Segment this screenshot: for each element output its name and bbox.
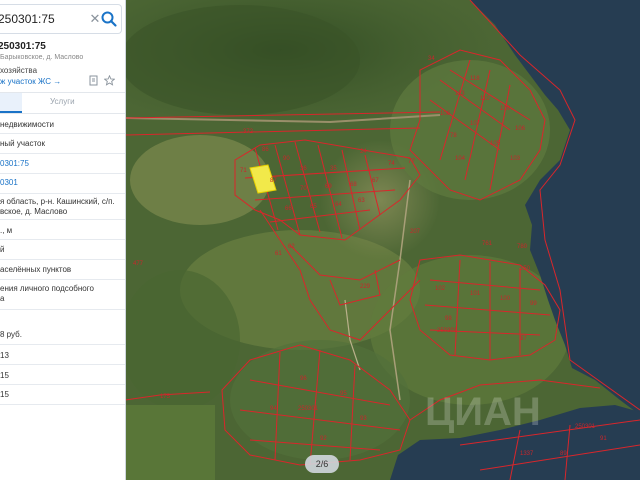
- tab-services[interactable]: Услуги: [50, 97, 75, 106]
- map-label: 62: [288, 244, 295, 250]
- map-label: 65: [310, 204, 317, 210]
- parcel-subtitle: Барыковское, д. Маслово: [0, 54, 84, 61]
- map-label: 102: [435, 286, 446, 292]
- map-label: 93: [360, 416, 367, 422]
- document-icon[interactable]: [89, 75, 99, 86]
- info-row: 13: [0, 345, 125, 365]
- map-label: 34: [428, 56, 435, 62]
- map-label: 91: [600, 436, 607, 442]
- info-row-text: 13: [0, 351, 9, 360]
- map-label: 250301: [298, 406, 319, 412]
- map-label: 1337: [520, 451, 534, 457]
- search-bar: ✕: [0, 4, 122, 34]
- map-label: 104: [455, 156, 466, 162]
- info-row-text: 8 руб.: [0, 330, 22, 339]
- parcel-info-panel: ✕ 250301:75 Барыковское, д. Маслово хозя…: [0, 0, 126, 480]
- map-label: 99: [530, 301, 537, 307]
- info-row-text: я область, р-н. Кашинский, с/п.: [0, 197, 115, 206]
- star-icon[interactable]: [104, 75, 115, 86]
- map-label: 761: [482, 241, 493, 247]
- map-label: 107: [470, 121, 481, 127]
- map-label: 87: [270, 178, 277, 184]
- info-row: й: [0, 240, 125, 260]
- map-label: 74: [388, 161, 395, 167]
- map-label: 250301: [575, 424, 596, 430]
- info-row: ный участок: [0, 134, 125, 154]
- map-label: 780: [517, 244, 528, 250]
- map-label: 90: [283, 156, 290, 162]
- info-row: 8 руб.: [0, 325, 125, 345]
- info-row[interactable]: 0301: [0, 174, 125, 194]
- parcel-title: 250301:75: [0, 41, 46, 52]
- tab-bar: Услуги: [0, 92, 125, 114]
- map-label: 36: [300, 166, 307, 172]
- map-label: 24: [360, 149, 367, 155]
- info-row-text: ., м: [0, 226, 13, 235]
- info-row-text: недвижимости: [0, 120, 54, 129]
- map-label: 106: [515, 126, 526, 132]
- photo-pager[interactable]: 2/6: [305, 455, 339, 473]
- map-label: 105: [490, 141, 501, 147]
- map-label: 110: [480, 96, 490, 102]
- map-label: 101: [470, 291, 481, 297]
- map-label: 92: [320, 436, 327, 442]
- map-label: 66: [285, 206, 292, 212]
- info-row-text: й: [0, 245, 5, 254]
- info-row-link[interactable]: 0301: [0, 178, 18, 187]
- map-label: 78: [450, 133, 457, 139]
- map-label: 175: [160, 394, 171, 400]
- info-row: 15: [0, 365, 125, 385]
- map-label: 108: [440, 111, 451, 117]
- info-row: ., м: [0, 220, 125, 240]
- parcel-link[interactable]: ж участок ЖС →: [0, 77, 61, 86]
- map-label: 100: [500, 296, 511, 302]
- map-label: 89: [560, 451, 567, 457]
- map-label: 35: [330, 166, 337, 172]
- map-label: 103: [510, 156, 521, 162]
- map-label: 71: [240, 168, 247, 174]
- map-label: 477: [133, 261, 144, 267]
- search-input[interactable]: [0, 9, 86, 29]
- info-row-text: ный участок: [0, 139, 45, 148]
- info-row[interactable]: 0301:75: [0, 154, 125, 174]
- info-row-text: ения личного подсобного: [0, 284, 94, 293]
- info-row-text: 15: [0, 371, 9, 380]
- info-row: аселённых пунктов: [0, 260, 125, 280]
- map-label: 69: [325, 184, 332, 190]
- search-icon[interactable]: [100, 10, 118, 28]
- info-row: ения личного подсобного а: [0, 280, 125, 310]
- map-label: 63: [358, 198, 365, 204]
- map-label: 229: [360, 284, 371, 290]
- parcel-category: хозяйства: [0, 66, 38, 75]
- map-label: 97: [520, 336, 527, 342]
- map-label: 94: [270, 406, 277, 412]
- info-row-link[interactable]: 0301:75: [0, 159, 29, 168]
- map-label: 109: [500, 106, 511, 112]
- info-row-text: вское, д. Маслово: [0, 207, 68, 216]
- map-label: 86: [262, 147, 269, 153]
- map-label: 113: [455, 91, 465, 97]
- map-label: 77: [408, 159, 415, 165]
- map-label: 95: [340, 391, 347, 397]
- tab-info[interactable]: [0, 93, 22, 113]
- info-row-text: 15: [0, 390, 9, 399]
- info-row: я область, р-н. Кашинский, с/п. вское, д…: [0, 194, 125, 220]
- map-label: 372: [243, 129, 254, 135]
- info-row: 15: [0, 385, 125, 405]
- map-label: 118: [470, 76, 480, 82]
- map-label: 207: [410, 229, 421, 235]
- map-label: 64: [335, 202, 342, 208]
- map-label: 96: [300, 376, 307, 382]
- map-label: 68: [350, 182, 357, 188]
- map-label: 70: [300, 186, 307, 192]
- watermark: ЦИАН: [425, 390, 541, 434]
- map-label: 250301: [437, 328, 458, 334]
- map-label: 98: [445, 316, 452, 322]
- map-label: 67: [372, 178, 379, 184]
- map-label: 61: [275, 251, 282, 257]
- info-row: недвижимости: [0, 114, 125, 134]
- info-row-text: а: [0, 294, 5, 303]
- info-row-text: аселённых пунктов: [0, 265, 72, 274]
- map-label: 150: [520, 266, 531, 272]
